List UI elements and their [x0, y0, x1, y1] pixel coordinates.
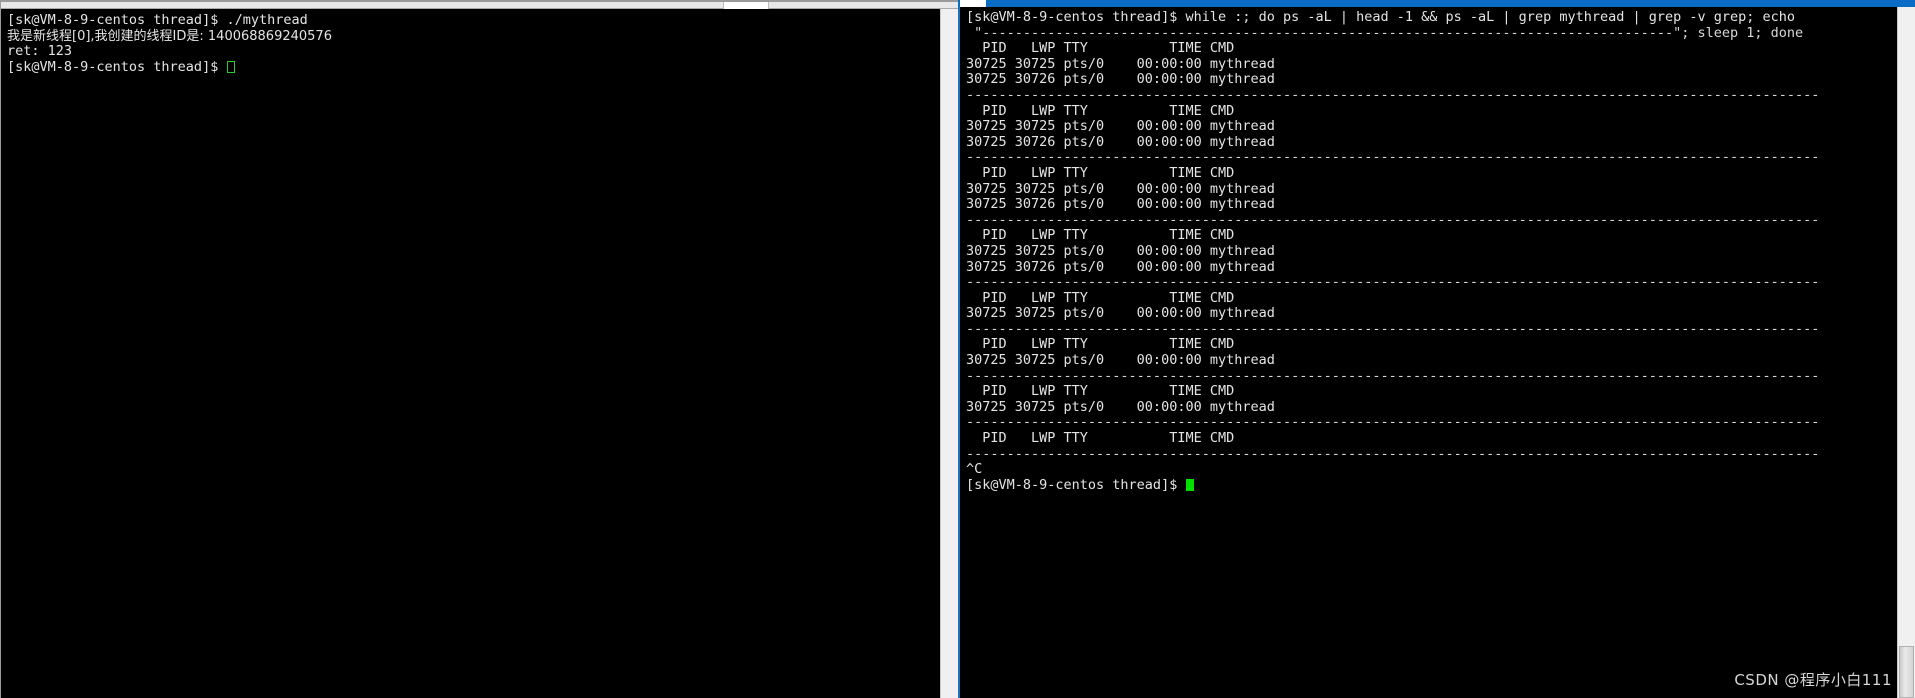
ps-table-header: PID LWP TTY TIME CMD — [966, 227, 1235, 244]
ps-table-header: PID LWP TTY TIME CMD — [966, 336, 1235, 353]
ps-table-header: PID LWP TTY TIME CMD — [966, 430, 1235, 447]
terminal-line-prompt-command: [sk@VM-8-9-centos thread]$ ./mythread — [7, 12, 308, 28]
output-separator: ----------------------------------------… — [966, 414, 1820, 431]
right-window-titlebar[interactable] — [958, 0, 1915, 7]
right-terminal-window[interactable]: [sk@VM-8-9-centos thread]$ while :; do p… — [958, 0, 1915, 698]
terminal-line-final-prompt: [sk@VM-8-9-centos thread]$ — [966, 476, 1897, 494]
left-window-body: [sk@VM-8-9-centos thread]$ ./mythread 我是… — [1, 9, 958, 698]
table-row: 30725 30726 pts/0 00:00:00 mythread — [966, 258, 1275, 275]
ps-table-header: PID LWP TTY TIME CMD — [966, 102, 1235, 119]
terminal-line-prompt-idle: [sk@VM-8-9-centos thread]$ — [7, 58, 940, 76]
table-row: 30725 30725 pts/0 00:00:00 mythread — [966, 398, 1275, 415]
left-terminal-window[interactable]: [sk@VM-8-9-centos thread]$ ./mythread 我是… — [0, 0, 958, 698]
right-terminal-console[interactable]: [sk@VM-8-9-centos thread]$ while :; do p… — [960, 7, 1897, 698]
output-separator: ----------------------------------------… — [966, 211, 1820, 228]
table-row: 30725 30725 pts/0 00:00:00 mythread — [966, 242, 1275, 259]
output-separator: ----------------------------------------… — [966, 149, 1820, 166]
ps-table-header: PID LWP TTY TIME CMD — [966, 164, 1235, 181]
ps-table-header: PID LWP TTY TIME CMD — [966, 40, 1235, 57]
right-window-tab[interactable] — [960, 0, 986, 7]
table-row: 30725 30725 pts/0 00:00:00 mythread — [966, 352, 1275, 369]
cursor-icon — [1186, 478, 1195, 491]
ps-table-header: PID LWP TTY TIME CMD — [966, 289, 1235, 306]
output-separator: ----------------------------------------… — [966, 86, 1820, 103]
output-separator: ----------------------------------------… — [966, 320, 1820, 337]
prompt-text: [sk@VM-8-9-centos thread]$ — [966, 476, 1186, 493]
table-row: 30725 30726 pts/0 00:00:00 mythread — [966, 133, 1275, 150]
terminal-line-loop-command: [sk@VM-8-9-centos thread]$ while :; do p… — [966, 9, 1796, 25]
table-row: 30725 30725 pts/0 00:00:00 mythread — [966, 118, 1275, 135]
output-separator: ----------------------------------------… — [966, 445, 1820, 462]
right-scrollbar[interactable] — [1897, 7, 1915, 698]
left-terminal-console[interactable]: [sk@VM-8-9-centos thread]$ ./mythread 我是… — [1, 9, 940, 698]
table-row: 30725 30725 pts/0 00:00:00 mythread — [966, 305, 1275, 322]
left-scrollbar[interactable] — [940, 9, 958, 698]
right-scrollbar-thumb[interactable] — [1899, 646, 1914, 698]
table-row: 30725 30725 pts/0 00:00:00 mythread — [966, 55, 1275, 72]
terminal-line-loop-command-cont: "---------------------------------------… — [966, 24, 1804, 41]
screen-root: [sk@VM-8-9-centos thread]$ ./mythread 我是… — [0, 0, 1915, 698]
cursor-icon — [227, 60, 236, 73]
table-row: 30725 30726 pts/0 00:00:00 mythread — [966, 196, 1275, 213]
terminal-line-ret: ret: 123 — [7, 43, 73, 60]
ps-table-header: PID LWP TTY TIME CMD — [966, 383, 1235, 400]
table-row: 30725 30725 pts/0 00:00:00 mythread — [966, 180, 1275, 197]
terminal-line-thread-output: 我是新线程[0],我创建的线程ID是: 140068869240576 — [7, 28, 332, 44]
left-window-tab[interactable] — [723, 2, 769, 9]
output-separator: ----------------------------------------… — [966, 367, 1820, 384]
interrupt-signal: ^C — [966, 461, 983, 478]
right-window-body: [sk@VM-8-9-centos thread]$ while :; do p… — [958, 7, 1915, 698]
prompt-text: [sk@VM-8-9-centos thread]$ — [7, 58, 227, 75]
output-separator: ----------------------------------------… — [966, 274, 1820, 291]
table-row: 30725 30726 pts/0 00:00:00 mythread — [966, 71, 1275, 88]
left-window-titlebar[interactable] — [1, 2, 958, 9]
